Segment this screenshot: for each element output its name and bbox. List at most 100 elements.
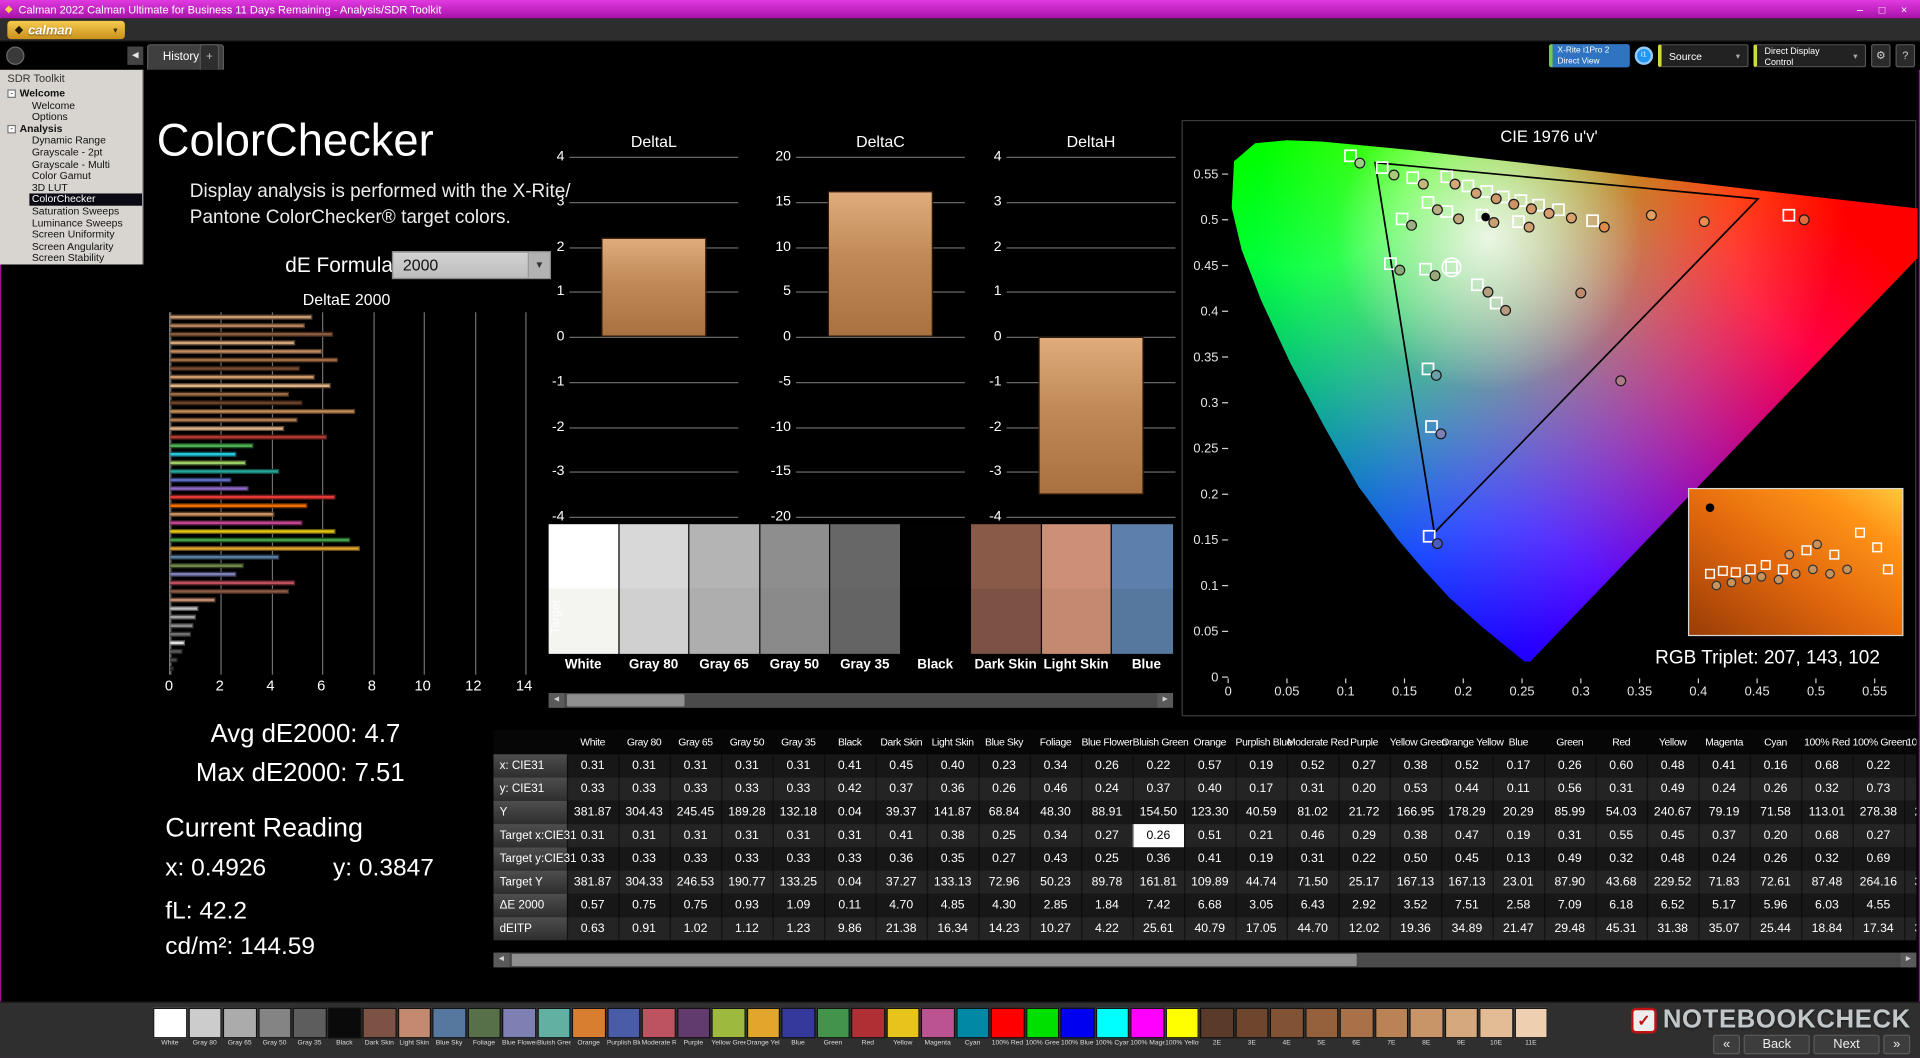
next-button[interactable]: Next bbox=[1813, 1034, 1880, 1055]
cell: 113.01 bbox=[1801, 800, 1854, 825]
cell: 154.50 bbox=[1132, 800, 1185, 825]
cell: 133.13 bbox=[926, 870, 979, 894]
strip-patch-orange[interactable]: Orange bbox=[571, 1007, 606, 1050]
strip-patch-blue-flower[interactable]: Blue Flower bbox=[502, 1007, 536, 1050]
tree-expander-icon[interactable]: - bbox=[7, 124, 16, 134]
cell: 0.27 bbox=[1852, 824, 1905, 848]
scrollbar-track[interactable] bbox=[509, 952, 1901, 968]
strip-patch-dark-skin[interactable]: Dark Skin bbox=[362, 1007, 397, 1050]
sidebar-collapse-button[interactable]: ◀ bbox=[127, 46, 144, 65]
help-button[interactable]: ? bbox=[1895, 44, 1916, 68]
add-tab-button[interactable]: + bbox=[199, 44, 220, 70]
strip-patch-cyan[interactable]: Cyan bbox=[955, 1007, 990, 1050]
cell: 0.19 bbox=[1235, 754, 1288, 778]
notebookcheck-logo-icon: ✓ bbox=[1631, 1007, 1657, 1033]
strip-patch-light-skin[interactable]: Light Skin bbox=[397, 1007, 432, 1050]
strip-patch-black[interactable]: Black bbox=[327, 1007, 362, 1050]
workspace-menu-button[interactable] bbox=[6, 46, 25, 65]
strip-patch-magenta[interactable]: Magenta bbox=[920, 1007, 955, 1050]
strip-patch-8e[interactable]: 8E bbox=[1409, 1007, 1444, 1050]
sidebar-panel: SDR Toolkit - Welcome Welcome Options - Analy… bbox=[0, 69, 144, 265]
strip-patch-gray-50[interactable]: Gray 50 bbox=[257, 1007, 292, 1050]
tree-expander-icon[interactable]: - bbox=[7, 89, 16, 99]
strip-patch-100-red[interactable]: 100% Red bbox=[990, 1007, 1025, 1050]
strip-patch-100-cyan[interactable]: 100% Cyan bbox=[1095, 1007, 1129, 1050]
settings-gear-button[interactable]: ⚙ bbox=[1871, 44, 1891, 68]
cell: 0.26 bbox=[1749, 847, 1802, 871]
strip-patch-blue-sky[interactable]: Blue Sky bbox=[432, 1007, 466, 1050]
scroll-left-icon[interactable]: ◄ bbox=[493, 952, 510, 968]
strip-patch-7e[interactable]: 7E bbox=[1374, 1007, 1409, 1050]
sidebar-item-grayscale-2pt[interactable]: Grayscale - 2pt bbox=[29, 146, 142, 159]
strip-patch-2e[interactable]: 2E bbox=[1200, 1007, 1234, 1050]
patch-swatch bbox=[606, 1007, 641, 1039]
sidebar-title: SDR Toolkit bbox=[7, 72, 65, 85]
patch-label: Gray 50 bbox=[262, 1039, 287, 1047]
sidebar-item-saturation-sweeps[interactable]: Saturation Sweeps bbox=[29, 205, 142, 218]
strip-patch-5e[interactable]: 5E bbox=[1304, 1007, 1339, 1050]
patch-label: Bluish Green bbox=[536, 1039, 571, 1047]
strip-patch-3e[interactable]: 3E bbox=[1234, 1007, 1269, 1050]
cell: 0.40 bbox=[926, 754, 979, 778]
maximize-button[interactable]: □ bbox=[1871, 3, 1893, 15]
scrollbar-thumb[interactable] bbox=[511, 953, 1357, 967]
display-control-dropdown[interactable]: Direct Display Control ▾ bbox=[1753, 44, 1867, 68]
scroll-right-icon[interactable]: ► bbox=[1157, 693, 1174, 708]
close-button[interactable]: × bbox=[1893, 3, 1915, 15]
strip-patch-moderate-red[interactable]: Moderate Red bbox=[641, 1007, 676, 1050]
strip-patch-yellow[interactable]: Yellow bbox=[885, 1007, 920, 1050]
scrollbar-track[interactable] bbox=[564, 693, 1158, 708]
patch-label: Orange Yellow bbox=[746, 1039, 780, 1047]
strip-patch-6e[interactable]: 6E bbox=[1339, 1007, 1374, 1050]
scrollbar-thumb[interactable] bbox=[566, 694, 685, 707]
strip-patch-green[interactable]: Green bbox=[816, 1007, 850, 1050]
cell: 85.99 bbox=[1544, 800, 1597, 825]
strip-patch-gray-35[interactable]: Gray 35 bbox=[292, 1007, 327, 1050]
strip-patch-9e[interactable]: 9E bbox=[1444, 1007, 1478, 1050]
patch-label: 4E bbox=[1282, 1039, 1291, 1047]
strip-patch-white[interactable]: White bbox=[153, 1007, 187, 1050]
strip-patch-bluish-green[interactable]: Bluish Green bbox=[536, 1007, 571, 1050]
selected-cell[interactable]: 0.26 bbox=[1132, 824, 1185, 848]
strip-patch-11e[interactable]: 11E bbox=[1514, 1007, 1548, 1050]
strip-patch-purple[interactable]: Purple bbox=[676, 1007, 711, 1050]
rgb-triplet-readout: RGB Triplet: 207, 143, 102 bbox=[1655, 647, 1880, 669]
strip-patch-100-green[interactable]: 100% Green bbox=[1025, 1007, 1060, 1050]
strip-patch-gray-80[interactable]: Gray 80 bbox=[187, 1007, 222, 1050]
cell: 0.57 bbox=[566, 893, 619, 918]
axis-tick-label: 4 bbox=[556, 149, 565, 165]
cell: 0.33 bbox=[772, 847, 825, 871]
cell: 0.26 bbox=[1081, 754, 1134, 778]
strip-patch-purplish-blue[interactable]: Purplish Blue bbox=[606, 1007, 641, 1050]
scroll-right-icon[interactable]: ► bbox=[1900, 952, 1917, 968]
meter-button[interactable]: X-Rite i1Pro 2 Direct View bbox=[1548, 44, 1630, 68]
last-page-button[interactable]: » bbox=[1883, 1034, 1911, 1055]
strip-patch-100-blue[interactable]: 100% Blue bbox=[1060, 1007, 1095, 1050]
strip-patch-100-yellow[interactable]: 100% Yellow bbox=[1165, 1007, 1199, 1050]
scroll-left-icon[interactable]: ◄ bbox=[548, 693, 565, 708]
minimize-button[interactable]: – bbox=[1849, 3, 1871, 15]
table-scrollbar[interactable]: ◄ ► bbox=[493, 952, 1917, 968]
cell: 37.84 bbox=[1904, 917, 1917, 941]
strip-patch-orange-yellow[interactable]: Orange Yellow bbox=[746, 1007, 780, 1050]
first-page-button[interactable]: « bbox=[1713, 1034, 1740, 1055]
calman-menu-button[interactable]: ◆ calman ▾ bbox=[7, 20, 125, 40]
cell: 166.95 bbox=[1389, 800, 1442, 825]
cie-diagram-title: CIE 1976 u'v' bbox=[1500, 127, 1598, 146]
strip-patch-foliage[interactable]: Foliage bbox=[467, 1007, 501, 1050]
strip-patch-blue[interactable]: Blue bbox=[781, 1007, 815, 1050]
bar-row bbox=[170, 426, 524, 432]
swatch-scrollbar[interactable]: ◄ ► bbox=[548, 693, 1174, 708]
patch-swatch bbox=[187, 1007, 222, 1039]
tree-section-welcome[interactable]: - Welcome bbox=[7, 87, 142, 100]
strip-patch-100-magenta[interactable]: 100% Magenta bbox=[1130, 1007, 1164, 1050]
patch-swatch bbox=[257, 1007, 292, 1039]
strip-patch-red[interactable]: Red bbox=[851, 1007, 885, 1050]
source-dropdown[interactable]: Source ▾ bbox=[1657, 44, 1749, 68]
de-formula-select[interactable]: 2000 ▼ bbox=[391, 251, 552, 280]
back-button[interactable]: Back bbox=[1743, 1034, 1810, 1055]
strip-patch-4e[interactable]: 4E bbox=[1269, 1007, 1304, 1050]
strip-patch-10e[interactable]: 10E bbox=[1479, 1007, 1513, 1050]
strip-patch-yellow-green[interactable]: Yellow Green bbox=[711, 1007, 746, 1050]
strip-patch-gray-65[interactable]: Gray 65 bbox=[222, 1007, 257, 1050]
